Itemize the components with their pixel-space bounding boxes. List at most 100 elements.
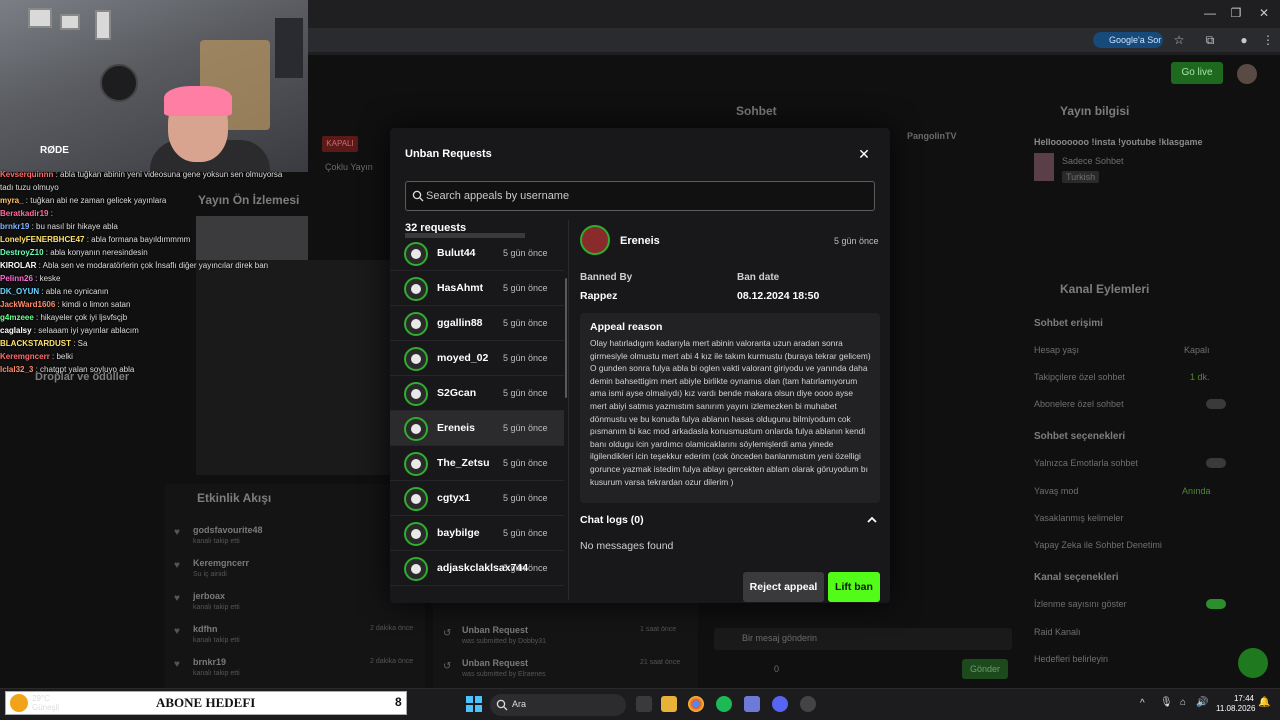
raid-channel-label[interactable]: Raid Kanalı xyxy=(1034,627,1081,637)
task-view-icon[interactable] xyxy=(636,696,652,712)
show-viewers-toggle[interactable] xyxy=(1206,599,1226,609)
reject-appeal-button[interactable]: Reject appeal xyxy=(743,572,824,602)
weather-widget[interactable]: 29°C Güneşli xyxy=(32,694,59,712)
appeal-reason-text: Olay hatırladıgım kadarıyla mert abinin … xyxy=(590,338,871,487)
close-window-button[interactable]: ✕ xyxy=(1250,4,1278,22)
request-list-item[interactable]: Ereneis 5 gün önce xyxy=(390,411,564,446)
request-list-item[interactable]: S2Gcan 5 gün önce xyxy=(390,376,564,411)
request-list-item[interactable]: moyed_02 5 gün önce xyxy=(390,341,564,376)
go-live-button[interactable]: Go live xyxy=(1171,62,1223,84)
menu-icon[interactable]: ⋮ xyxy=(1260,32,1276,48)
heart-icon: ♥ xyxy=(174,593,180,604)
feed-action: kanalı takip etti xyxy=(193,538,240,545)
request-username: cgtyx1 xyxy=(437,492,471,504)
user-avatar xyxy=(404,277,428,301)
feed-username: jerboax xyxy=(193,591,226,601)
multistream-label: Çoklu Yayın xyxy=(325,162,373,172)
lift-ban-button[interactable]: Lift ban xyxy=(828,572,880,602)
search-input[interactable] xyxy=(426,186,866,206)
feed-action: kanalı takip etti xyxy=(193,604,240,611)
send-button[interactable]: Gönder xyxy=(962,659,1008,679)
channel-options-heading: Kanal seçenekleri xyxy=(1034,572,1119,583)
clock-date: 11.08.2026 xyxy=(1216,704,1256,713)
spotify-icon[interactable] xyxy=(716,696,732,712)
ai-moderation-label[interactable]: Yapay Zeka ile Sohbet Denetimi xyxy=(1034,540,1162,550)
minimize-button[interactable]: — xyxy=(1196,4,1224,22)
volume-icon[interactable]: 🔊 xyxy=(1196,697,1208,708)
followers-only-label[interactable]: Takipçilere özel sohbet xyxy=(1034,372,1125,382)
chat-message: lclal32_3 : chatgpt yalan soyluyo abla xyxy=(0,363,300,376)
request-list-item[interactable]: baybilge 5 gün önce xyxy=(390,516,564,551)
maximize-button[interactable]: ❐ xyxy=(1222,4,1250,22)
set-goals-label[interactable]: Hedefleri belirleyin xyxy=(1034,654,1108,664)
taskbar-search[interactable]: Ara xyxy=(490,694,626,716)
request-list-item[interactable]: adjaskclaklsax744 5 gün önce xyxy=(390,551,564,586)
request-list-item[interactable]: The_Zetsu 5 gün önce xyxy=(390,446,564,481)
category-thumbnail xyxy=(1034,153,1054,181)
microphone-icon[interactable]: 🎙 xyxy=(1160,697,1173,708)
chat-message: DestroyZ10 : abla konyanın neresindesin xyxy=(0,246,300,259)
notification-icon[interactable]: 🔔 xyxy=(1258,697,1270,708)
windows-start-icon[interactable] xyxy=(466,696,482,712)
user-avatar xyxy=(404,417,428,441)
chat-logs-label[interactable]: Chat logs (0) xyxy=(580,514,644,526)
user-avatar xyxy=(404,242,428,266)
taskbar-clock[interactable]: 17:44 11.08.2026 xyxy=(1216,694,1256,714)
chat-message: Kevserquinnn : abla tuğkan abinin yeni v… xyxy=(0,168,300,181)
subscriber-goal-widget: 0 ABONE HEDEFI 8 xyxy=(5,691,407,715)
discord-icon[interactable] xyxy=(772,696,788,712)
chat-text: : bu nasıl bir hikaye abla xyxy=(29,222,118,231)
unban-feed-title: Unban Request xyxy=(462,625,529,635)
request-list-item[interactable]: HasAhmt 5 gün önce xyxy=(390,271,564,306)
chat-panel-title: Sohbet xyxy=(736,104,777,118)
chat-username: caglalsy xyxy=(0,326,32,335)
appeal-reason-box: Appeal reason Olay hatırladıgım kadarıyl… xyxy=(580,313,880,503)
chat-text: : abla konyanın neresindesin xyxy=(43,248,148,257)
chat-text: : abla ne oynicanın xyxy=(39,287,109,296)
subscriber-goal-target: 8 xyxy=(395,695,402,709)
request-list-item[interactable]: cgtyx1 5 gün önce xyxy=(390,481,564,516)
tray-chevron-icon[interactable]: ^ xyxy=(1140,698,1145,709)
chat-overlay: Kevserquinnn : abla tuğkan abinin yeni v… xyxy=(0,168,300,376)
request-username: baybilge xyxy=(437,527,480,539)
close-icon[interactable]: ✕ xyxy=(856,146,872,162)
chat-message: KIROLAR : Abla sen ve modaratörlerin çok… xyxy=(0,259,300,272)
chat-username: Keremgncerr xyxy=(0,352,50,361)
request-list-item[interactable]: Bulut44 5 gün önce xyxy=(390,236,564,271)
bookmark-star-icon[interactable]: ☆ xyxy=(1171,32,1187,48)
chat-username: DestroyZ10 xyxy=(0,248,44,257)
list-scrollbar[interactable] xyxy=(565,278,567,398)
search-field[interactable] xyxy=(405,181,875,211)
account-age-value: Kapalı xyxy=(1184,345,1210,355)
request-list-item[interactable]: ggallin88 5 gün önce xyxy=(390,306,564,341)
request-time: 5 gün önce xyxy=(503,528,548,538)
file-explorer-icon[interactable] xyxy=(661,696,677,712)
chevron-up-icon[interactable] xyxy=(866,514,878,526)
chat-message: brnkr19 : bu nasıl bir hikaye abla xyxy=(0,220,300,233)
google-sor-button[interactable]: Google'a Sor xyxy=(1093,32,1163,48)
app-icon[interactable] xyxy=(744,696,760,712)
chrome-icon[interactable] xyxy=(688,696,704,712)
obs-icon[interactable] xyxy=(800,696,816,712)
extensions-icon[interactable]: ⧉ xyxy=(1202,32,1218,48)
profile-icon[interactable]: ● xyxy=(1236,32,1252,48)
taskbar-search-label: Ara xyxy=(512,699,527,709)
chat-message: g4mzeee : hikayeler çok iyi ljsvfsçjb xyxy=(0,311,300,324)
emote-only-toggle[interactable] xyxy=(1206,458,1226,468)
chat-text: tadı tuzu olmuyo xyxy=(0,183,59,192)
chat-username: brnkr19 xyxy=(0,222,30,231)
banned-by-value: Rappez xyxy=(580,290,618,302)
request-username: S2Gcan xyxy=(437,387,477,399)
chat-username: DK_OYUN xyxy=(0,287,40,296)
chat-text: : abla formana bayıldımmmm xyxy=(84,235,191,244)
slow-mode-label[interactable]: Yavaş mod xyxy=(1034,486,1078,496)
network-icon[interactable]: ⌂ xyxy=(1180,697,1186,708)
points-count: 0 xyxy=(774,664,780,674)
support-chat-icon[interactable] xyxy=(1238,648,1268,678)
feed-action: Su iç ainidi xyxy=(193,571,227,578)
account-age-label[interactable]: Hesap yaşı xyxy=(1034,345,1079,355)
search-icon xyxy=(496,699,508,711)
banned-words-label[interactable]: Yasaklanmış kelimeler xyxy=(1034,513,1123,523)
subscribers-only-toggle[interactable] xyxy=(1206,399,1226,409)
user-avatar[interactable] xyxy=(1237,64,1257,84)
